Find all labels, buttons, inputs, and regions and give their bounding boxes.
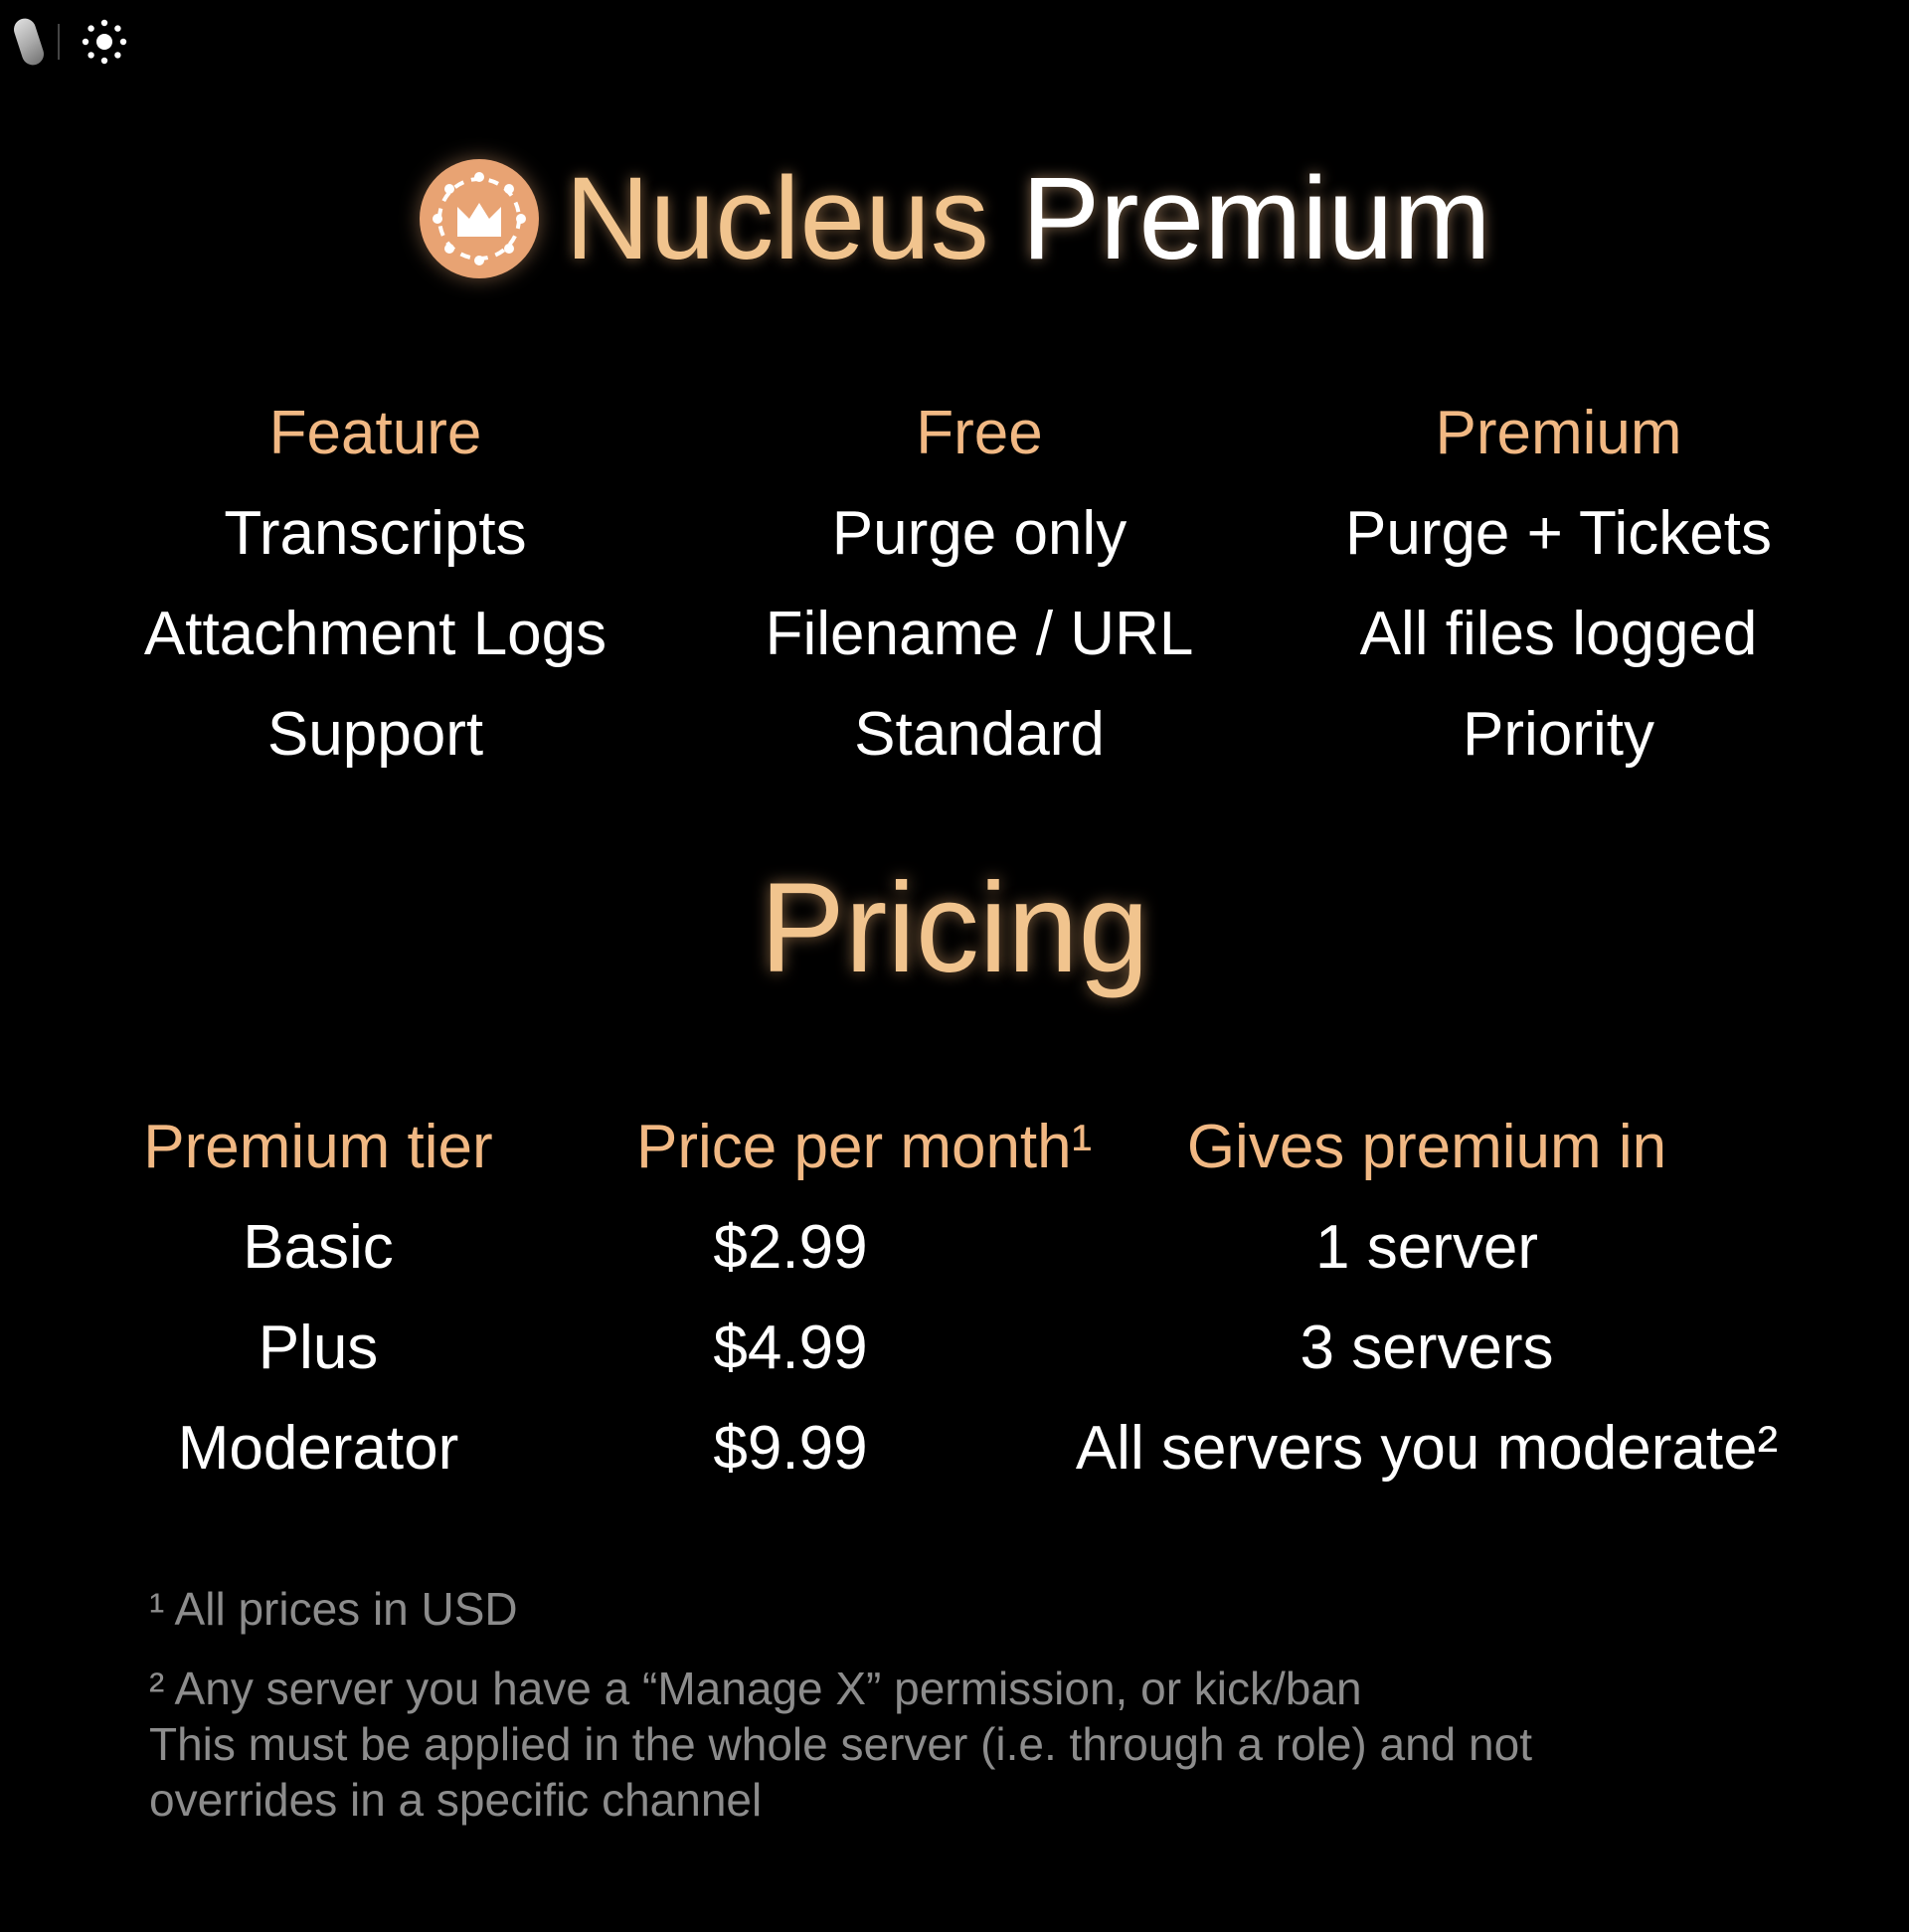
footnote-2-line: overrides in a specific channel — [149, 1774, 763, 1826]
tier-cell: Moderator — [177, 1414, 459, 1483]
footnote-1: ¹ All prices in USD — [149, 1583, 518, 1635]
page-title-accent: Nucleus — [565, 153, 989, 284]
feature-cell: Transcripts — [224, 499, 527, 568]
footnotes: ¹ All prices in USD ² Any server you hav… — [149, 1581, 1839, 1851]
free-cell: Filename / URL — [765, 600, 1194, 668]
column-header-price: Price per month¹ — [636, 1113, 1093, 1181]
price-cell: $4.99 — [713, 1314, 868, 1382]
free-cell: Purge only — [831, 499, 1128, 568]
free-cell: Standard — [854, 700, 1105, 769]
table-header-row: Premium tier Price per month¹ Gives prem… — [0, 1097, 1909, 1197]
hero-header: Nucleus Premium — [0, 139, 1909, 298]
price-cell: $2.99 — [713, 1213, 868, 1282]
column-header-tier: Premium tier — [143, 1113, 493, 1181]
column-header-free: Free — [916, 399, 1043, 467]
table-row: Moderator $9.99 All servers you moderate… — [0, 1398, 1909, 1498]
table-row: Basic $2.99 1 server — [0, 1197, 1909, 1298]
pricing-table: Premium tier Price per month¹ Gives prem… — [0, 1097, 1909, 1498]
page-title-main: Premium — [1021, 153, 1491, 284]
column-header-feature: Feature — [268, 399, 482, 467]
pricing-title: Pricing — [760, 857, 1149, 999]
table-header-row: Feature Free Premium — [0, 383, 1909, 483]
pill-icon[interactable] — [11, 15, 47, 69]
table-row: Support Standard Priority — [0, 684, 1909, 785]
column-header-servers: Gives premium in — [1186, 1113, 1667, 1181]
servers-cell: All servers you moderate² — [1075, 1414, 1779, 1483]
table-row: Plus $4.99 3 servers — [0, 1298, 1909, 1398]
tier-cell: Basic — [243, 1213, 394, 1282]
crown-ring-icon — [420, 159, 540, 278]
footnote-2: ² Any server you have a “Manage X” permi… — [149, 1661, 1839, 1828]
premium-cell: All files logged — [1359, 600, 1758, 668]
premium-cell: Purge + Tickets — [1344, 499, 1773, 568]
servers-cell: 1 server — [1315, 1213, 1538, 1282]
page-title: Nucleus Premium — [565, 160, 1490, 277]
column-header-premium: Premium — [1435, 399, 1682, 467]
footnote-2-line: This must be applied in the whole server… — [149, 1718, 1532, 1770]
price-cell: $9.99 — [713, 1414, 868, 1483]
premium-cell: Priority — [1463, 700, 1654, 769]
footnote-2-line: ² Any server you have a “Manage X” permi… — [149, 1663, 1362, 1714]
feature-comparison-table: Feature Free Premium Transcripts Purge o… — [0, 383, 1909, 785]
feature-cell: Attachment Logs — [143, 600, 607, 668]
feature-cell: Support — [266, 700, 484, 769]
toolbar-divider — [58, 24, 60, 60]
table-row: Transcripts Purge only Purge + Tickets — [0, 483, 1909, 584]
gear-icon[interactable] — [78, 15, 131, 69]
tier-cell: Plus — [258, 1314, 379, 1382]
servers-cell: 3 servers — [1300, 1314, 1554, 1382]
table-row: Attachment Logs Filename / URL All files… — [0, 584, 1909, 684]
top-toolbar — [11, 12, 131, 72]
